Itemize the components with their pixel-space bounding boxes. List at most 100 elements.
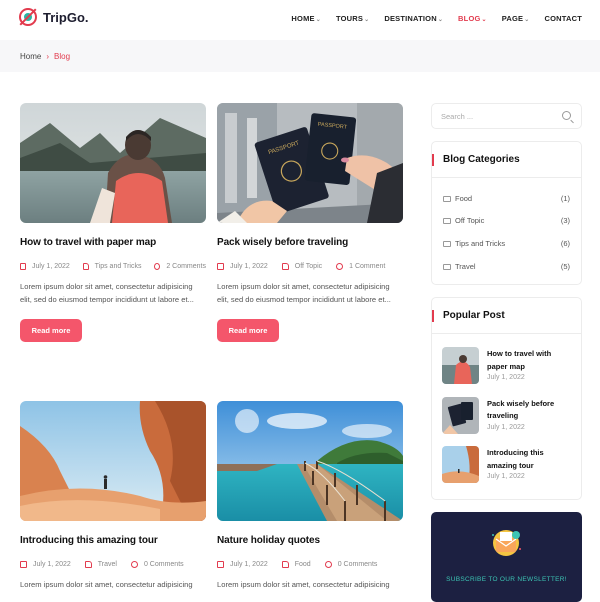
comment-icon — [336, 263, 344, 270]
post-card: Introducing this amazing tour July 1, 20… — [20, 401, 206, 591]
category-count: (3) — [560, 216, 570, 226]
search-icon[interactable] — [562, 111, 571, 120]
popular-post-date: July 1, 2022 — [487, 423, 525, 431]
nav-item-home[interactable]: HOME⌄ — [291, 14, 321, 23]
site-header: TripGo. HOME⌄ TOURS⌄ DESTINATION⌄ BLOG⌄ … — [0, 0, 600, 40]
main-nav: HOME⌄ TOURS⌄ DESTINATION⌄ BLOG⌄ PAGE⌄ CO… — [291, 14, 582, 23]
folder-icon — [443, 195, 451, 202]
post-meta: July 1, 2022 Food 0 Comments — [217, 561, 403, 568]
folder-icon — [443, 240, 451, 247]
nav-item-page[interactable]: PAGE⌄ — [502, 14, 530, 23]
post-card: Nature holiday quotes July 1, 2022 Food … — [217, 401, 403, 591]
popular-post-widget: Popular Post How to travel with paper map… — [431, 297, 582, 500]
popular-post-thumb[interactable] — [442, 446, 479, 483]
post-comments[interactable]: 2 Comments — [166, 263, 206, 270]
chevron-down-icon: ⌄ — [315, 17, 321, 23]
nav-item-contact[interactable]: CONTACT — [544, 14, 582, 23]
widget-title: Popular Post — [432, 298, 581, 334]
popular-post-thumb[interactable] — [442, 396, 479, 434]
post-excerpt: Lorem ipsum dolor sit amet, consectetur … — [20, 580, 193, 589]
breadcrumb-current: Blog — [54, 52, 71, 61]
post-image-passports[interactable]: PASSPORT PASSPORT — [217, 103, 403, 223]
breadcrumb: Home › Blog — [0, 40, 600, 72]
post-title[interactable]: Nature holiday quotes — [217, 535, 403, 546]
post-category[interactable]: Tips and Tricks — [95, 263, 142, 270]
post-comments[interactable]: 0 Comments — [144, 561, 184, 568]
popular-post-date: July 1, 2022 — [487, 473, 525, 480]
category-count: (5) — [560, 261, 570, 271]
newsletter-title: SUBSCRIBE TO OUR NEWSLETTER! — [446, 576, 567, 583]
nav-item-blog[interactable]: BLOG⌄ — [458, 14, 487, 23]
post-date: July 1, 2022 — [230, 263, 268, 270]
newsletter-envelope-icon — [492, 530, 521, 556]
chevron-down-icon: ⌄ — [481, 17, 487, 23]
folder-icon — [84, 561, 92, 568]
comment-icon — [130, 561, 138, 568]
popular-post-item[interactable]: Introducing this amazing tour July 1, 2022 — [432, 446, 581, 496]
newsletter-widget: SUBSCRIBE TO OUR NEWSLETTER! — [431, 512, 582, 602]
post-excerpt: Lorem ipsum dolor sit amet, consectetur … — [217, 580, 390, 589]
post-title[interactable]: Introducing this amazing tour — [20, 535, 206, 546]
folder-icon — [82, 263, 89, 270]
post-title[interactable]: Pack wisely before traveling — [217, 237, 403, 248]
category-item-off-topic[interactable]: Off Topic (3) — [432, 210, 581, 233]
search-input[interactable]: Search ... — [431, 103, 582, 129]
post-excerpt: Lorem ipsum dolor sit amet, consectetur … — [20, 282, 194, 304]
post-excerpt: Lorem ipsum dolor sit amet, consectetur … — [217, 282, 391, 304]
nav-item-tours[interactable]: TOURS⌄ — [336, 14, 369, 23]
logo[interactable]: TripGo. — [19, 8, 89, 26]
post-image-pier[interactable] — [217, 401, 403, 521]
brand-name: TripGo. — [43, 9, 89, 25]
category-item-food[interactable]: Food (1) — [432, 187, 581, 210]
popular-post-date: July 1, 2022 — [487, 374, 525, 381]
calendar-icon — [20, 263, 27, 270]
post-date: July 1, 2022 — [230, 561, 268, 568]
post-category[interactable]: Food — [295, 561, 311, 568]
breadcrumb-separator: › — [46, 52, 50, 61]
post-meta: July 1, 2022 Off Topic 1 Comment — [217, 263, 403, 270]
popular-post-item[interactable]: How to travel with paper map July 1, 2022 — [432, 347, 581, 397]
calendar-icon — [217, 561, 224, 568]
post-image-hiker-lake[interactable] — [20, 103, 206, 223]
read-more-button[interactable]: Read more — [20, 319, 82, 342]
nav-item-destination[interactable]: DESTINATION⌄ — [384, 14, 443, 23]
folder-icon — [443, 263, 451, 270]
chevron-down-icon: ⌄ — [437, 17, 444, 23]
search-placeholder: Search ... — [441, 112, 474, 121]
category-count: (1) — [560, 193, 570, 203]
breadcrumb-home[interactable]: Home — [20, 52, 41, 61]
folder-icon — [281, 263, 289, 270]
folder-icon — [281, 561, 289, 568]
post-category[interactable]: Off Topic — [295, 263, 322, 270]
compass-logo-icon — [19, 8, 37, 26]
popular-post-title[interactable]: Introducing this amazing tour — [487, 447, 544, 472]
popular-post-item[interactable]: Pack wisely before traveling July 1, 2022 — [432, 396, 581, 447]
post-meta: July 1, 2022 Travel 0 Comments — [20, 561, 206, 568]
post-card: PASSPORT PASSPORT Pack wisely before tra… — [217, 103, 403, 342]
blog-categories-widget: Blog Categories Food (1) Off Topic (3) Tip… — [431, 141, 582, 285]
post-image-canyon[interactable] — [20, 401, 206, 521]
post-date: July 1, 2022 — [32, 263, 70, 270]
post-comments[interactable]: 1 Comment — [349, 263, 385, 270]
calendar-icon — [20, 561, 27, 568]
post-title[interactable]: How to travel with paper map — [20, 237, 206, 248]
popular-post-title[interactable]: Pack wisely before traveling — [487, 398, 554, 423]
read-more-button[interactable]: Read more — [217, 319, 279, 342]
comment-icon — [154, 263, 161, 270]
popular-post-thumb[interactable] — [442, 347, 479, 384]
folder-icon — [443, 218, 451, 225]
category-count: (6) — [560, 238, 570, 248]
category-item-tips-and-tricks[interactable]: Tips and Tricks (6) — [432, 232, 581, 255]
category-item-travel[interactable]: Travel (5) — [432, 255, 581, 278]
post-meta: July 1, 2022 Tips and Tricks 2 Comments — [20, 263, 206, 270]
post-category[interactable]: Travel — [98, 561, 117, 568]
comment-icon — [324, 561, 332, 568]
calendar-icon — [217, 263, 224, 270]
popular-post-title[interactable]: How to travel with paper map — [487, 348, 551, 373]
widget-title: Blog Categories — [432, 142, 581, 178]
chevron-down-icon: ⌄ — [364, 17, 370, 23]
post-card: How to travel with paper map July 1, 202… — [20, 103, 206, 342]
post-date: July 1, 2022 — [33, 561, 71, 568]
chevron-down-icon: ⌄ — [524, 17, 530, 23]
post-comments[interactable]: 0 Comments — [338, 561, 378, 568]
